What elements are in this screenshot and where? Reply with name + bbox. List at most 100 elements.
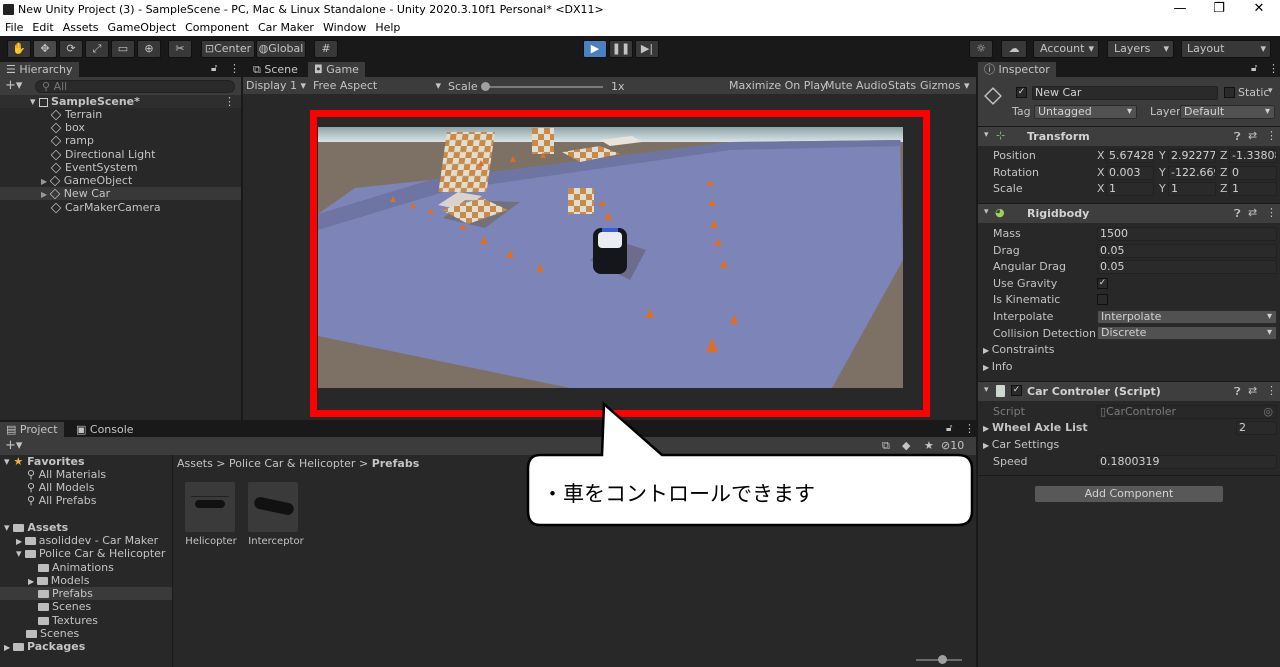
component-menu-icon[interactable]: ⋮ (1266, 384, 1277, 397)
preset-icon[interactable]: ⇄ (1248, 384, 1257, 397)
car-controler-header[interactable]: ▾ ✓ Car Controler (Script) ❓︎ ⇄ ⋮ (978, 381, 1280, 401)
menu-component[interactable]: Component (185, 20, 249, 36)
scene-root[interactable]: ▾ SampleScene* ⋮ (0, 95, 241, 108)
rect-tool-icon[interactable]: ▭ (111, 40, 135, 58)
pause-button[interactable]: ❚❚ (609, 40, 633, 58)
maximize-on-play-toggle[interactable]: Maximize On Play (729, 79, 827, 92)
folder-police-car[interactable]: ▾ Police Car & Helicopter (16, 547, 165, 560)
rotate-tool-icon[interactable]: ⟳ (59, 40, 83, 58)
folder-prefabs[interactable]: Prefabs (0, 587, 172, 600)
account-dropdown[interactable]: Account ▾ (1033, 40, 1099, 58)
add-component-button[interactable]: Add Component (1034, 485, 1224, 503)
preset-icon[interactable]: ⇄ (1248, 206, 1257, 219)
hierarchy-item-carmakercamera[interactable]: CarMakerCamera (0, 201, 241, 214)
scale-x-field[interactable]: 1 (1106, 182, 1154, 196)
static-checkbox[interactable] (1224, 87, 1235, 98)
transform-header[interactable]: ▾ ⊹ Transform ❓︎ ⇄ ⋮ (978, 126, 1280, 146)
favorite-all-prefabs[interactable]: ⚲ All Prefabs (27, 494, 97, 507)
interpolate-dropdown[interactable]: Interpolate (1097, 310, 1277, 324)
rotation-y-field[interactable]: -122.669 (1168, 166, 1216, 180)
folder-asoliddev[interactable]: ▶ asoliddev - Car Maker (16, 534, 158, 547)
tab-hierarchy[interactable]: ☰ Hierarchy (0, 62, 79, 77)
expand-arrow-icon[interactable]: ▶ (41, 190, 50, 199)
breadcrumb-assets[interactable]: Assets (177, 457, 213, 470)
position-y-field[interactable]: 2.922773 (1168, 149, 1216, 163)
inspector-more-icon[interactable]: ⋮ (1268, 62, 1279, 75)
help-icon[interactable]: ❓︎ (1234, 130, 1241, 144)
favorite-all-materials[interactable]: ⚲ All Materials (27, 468, 106, 481)
hierarchy-item-new-car[interactable]: ▶ New Car (0, 187, 241, 200)
constraints-foldout[interactable]: ▶ Constraints (983, 343, 1054, 357)
component-menu-icon[interactable]: ⋮ (1266, 206, 1277, 219)
menu-file[interactable]: File (5, 20, 23, 36)
aspect-dropdown[interactable]: Free Aspect ▾ (313, 79, 441, 92)
assets-folder[interactable]: ▾ Assets (4, 521, 68, 534)
mass-field[interactable]: 1500 (1097, 227, 1277, 241)
tag-dropdown[interactable]: Untagged (1034, 105, 1137, 119)
hierarchy-item-box[interactable]: box (0, 121, 241, 134)
wheel-axle-list-foldout[interactable]: ▶ Wheel Axle List (983, 421, 1088, 435)
tab-project[interactable]: ▤ Project (0, 422, 64, 437)
menu-gameobject[interactable]: GameObject (108, 20, 177, 36)
mute-audio-toggle[interactable]: Mute Audio (825, 79, 887, 92)
static-dropdown-icon[interactable]: ▾ (1268, 86, 1273, 96)
scale-y-field[interactable]: 1 (1168, 182, 1216, 196)
rotation-z-field[interactable]: 0 (1229, 166, 1277, 180)
preset-icon[interactable]: ⇄ (1248, 129, 1257, 142)
foldout-arrow-icon[interactable]: ▾ (984, 385, 989, 395)
object-name-input[interactable]: New Car (1032, 86, 1218, 100)
rotation-x-field[interactable]: 0.003 (1106, 166, 1154, 180)
maximize-button[interactable]: ❐ (1209, 1, 1229, 16)
active-checkbox[interactable]: ✓ (1016, 87, 1027, 98)
gizmos-dropdown[interactable]: Gizmos ▾ (920, 79, 970, 92)
info-foldout[interactable]: ▶ Info (983, 360, 1013, 374)
layers-dropdown[interactable]: Layers ▾ (1107, 40, 1174, 58)
collab-icon[interactable]: ☼ (969, 40, 993, 58)
pivot-center-button[interactable]: ⊡Center (201, 40, 255, 58)
create-plus-button[interactable]: +▾ (5, 78, 22, 93)
use-gravity-checkbox[interactable]: ✓ (1097, 278, 1108, 289)
foldout-arrow-icon[interactable]: ▾ (984, 207, 989, 217)
breadcrumb-prefabs[interactable]: Prefabs (372, 457, 420, 470)
scale-slider-handle[interactable] (481, 82, 490, 91)
hierarchy-search-input[interactable]: ⚲ All (35, 80, 235, 93)
cloud-icon[interactable]: ☁ (1001, 40, 1027, 58)
menu-car-maker[interactable]: Car Maker (258, 20, 314, 36)
position-z-field[interactable]: -1.338083 (1229, 149, 1277, 163)
layout-dropdown[interactable]: Layout ▾ (1181, 40, 1271, 58)
layer-dropdown[interactable]: Default (1180, 105, 1275, 119)
prefab-interceptor[interactable]: Interceptor (248, 482, 306, 552)
hierarchy-item-terrain[interactable]: Terrain (0, 108, 241, 121)
folder-models[interactable]: ▶ Models (28, 574, 89, 587)
wheel-axle-count-field[interactable]: 2 (1236, 421, 1277, 435)
menu-window[interactable]: Window (323, 20, 366, 36)
folder-scenes[interactable]: Scenes (38, 600, 91, 613)
transform-tool-icon[interactable]: ⊕ (137, 40, 161, 58)
enabled-checkbox[interactable]: ✓ (1011, 385, 1022, 396)
hierarchy-item-eventsystem[interactable]: EventSystem (0, 161, 241, 174)
angular-drag-field[interactable]: 0.05 (1097, 260, 1277, 274)
play-button[interactable]: ▶ (583, 40, 607, 58)
foldout-arrow-icon[interactable]: ▾ (984, 130, 989, 140)
expand-arrow-icon[interactable]: ▶ (41, 177, 50, 186)
scale-z-field[interactable]: 1 (1229, 182, 1277, 196)
collision-detection-dropdown[interactable]: Discrete (1097, 326, 1277, 340)
car-settings-foldout[interactable]: ▶ Car Settings (983, 438, 1059, 452)
scale-slider[interactable] (483, 86, 603, 88)
grid-snap-icon[interactable]: # (314, 40, 338, 58)
hand-tool-icon[interactable]: ✋ (7, 40, 31, 58)
hierarchy-item-ramp[interactable]: ramp (0, 134, 241, 147)
component-menu-icon[interactable]: ⋮ (1266, 129, 1277, 142)
tab-scene[interactable]: ⧉ Scene (247, 62, 304, 77)
close-button[interactable]: ✕ (1249, 1, 1269, 16)
more-icon[interactable]: ⋮ (229, 62, 240, 75)
inspector-lock-icon[interactable]: 🔓︎ (1251, 63, 1257, 74)
lock-icon[interactable]: 🔓︎ (211, 63, 217, 74)
packages-folder[interactable]: ▶ Packages (4, 640, 85, 653)
menu-edit[interactable]: Edit (32, 20, 53, 36)
step-button[interactable]: ▶| (635, 40, 659, 58)
tab-console[interactable]: ▣ Console (70, 422, 140, 437)
folder-textures[interactable]: Textures (38, 614, 98, 627)
breadcrumb-police-car[interactable]: Police Car & Helicopter (229, 457, 355, 470)
position-x-field[interactable]: 5.674283 (1106, 149, 1154, 163)
